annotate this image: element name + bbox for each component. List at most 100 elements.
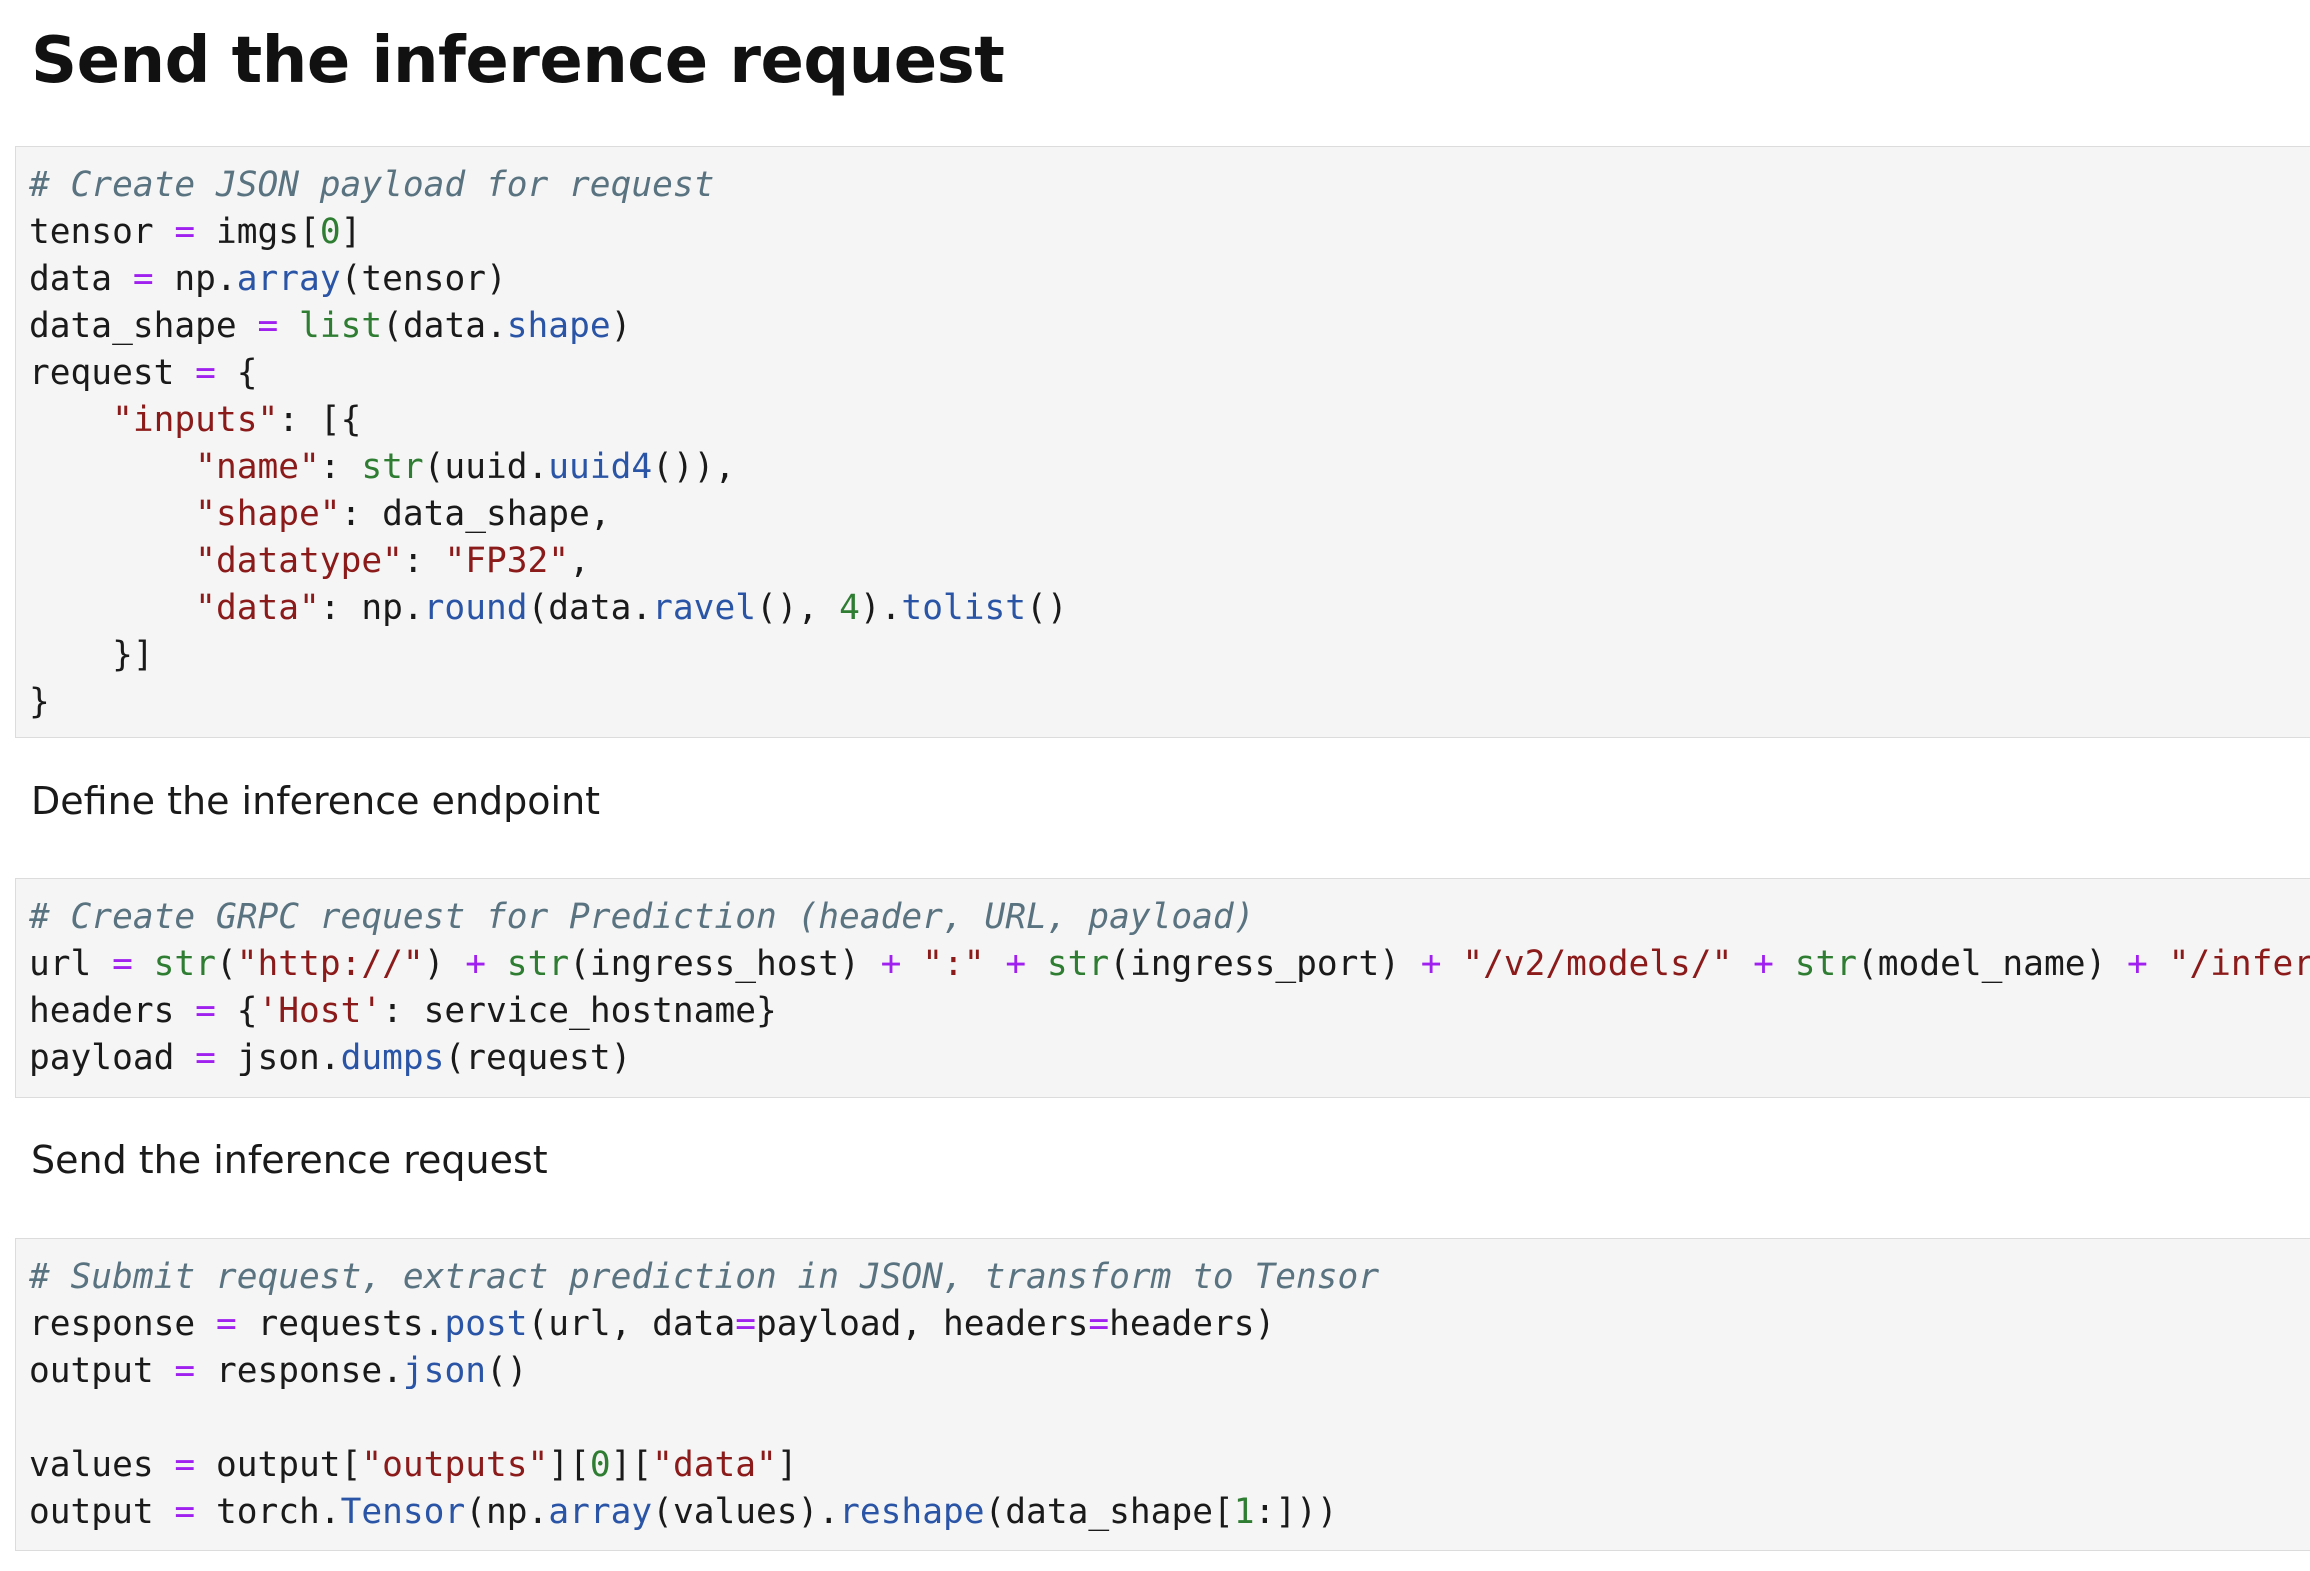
- code-operator: =: [195, 991, 216, 1031]
- code-line: # Create JSON payload for request: [29, 162, 2310, 209]
- code-text: ()),: [652, 447, 736, 487]
- code-function: post: [444, 1304, 528, 1344]
- code-operator: =: [195, 1038, 216, 1078]
- code-function: ravel: [652, 588, 756, 628]
- code-string: "outputs": [361, 1445, 549, 1485]
- code-text: (data.: [527, 588, 653, 628]
- code-string: "name": [195, 447, 320, 487]
- code-function: uuid4: [548, 447, 653, 487]
- code-text: {: [215, 991, 258, 1031]
- code-string: "data": [652, 1445, 777, 1485]
- code-builtin: str: [153, 944, 216, 984]
- code-line: "datatype": "FP32",: [29, 538, 2310, 585]
- code-line: data_shape = list(data.shape): [29, 303, 2310, 350]
- code-line: "inputs": [{: [29, 397, 2310, 444]
- code-cell-grpc-request[interactable]: # Create GRPC request for Prediction (he…: [15, 878, 2310, 1098]
- code-string: "datatype": [195, 541, 403, 581]
- code-text: :])): [1254, 1492, 1338, 1532]
- code-cell-submit-request[interactable]: # Submit request, extract prediction in …: [15, 1238, 2310, 1551]
- code-text: }: [29, 682, 50, 722]
- code-text: : [{: [278, 400, 362, 440]
- code-operator: =: [174, 212, 196, 252]
- code-string: 'Host': [257, 991, 383, 1031]
- code-line: request = {: [29, 350, 2310, 397]
- code-builtin: str: [1046, 944, 1110, 984]
- code-function: dumps: [340, 1038, 445, 1078]
- code-operator: =: [215, 1304, 237, 1344]
- code-line: url = str("http://") + str(ingress_host)…: [29, 941, 2310, 988]
- code-text: output: [29, 1351, 175, 1391]
- code-string: "/v2/models/": [1462, 944, 1733, 984]
- code-number: 0: [319, 212, 341, 252]
- code-operator: +: [1420, 944, 1442, 984]
- markdown-text-define-endpoint: Define the inference endpoint: [31, 779, 601, 823]
- code-line: values = output["outputs"][0]["data"]: [29, 1442, 2310, 1489]
- code-text: : data_shape,: [340, 494, 611, 534]
- code-text: (request): [444, 1038, 632, 1078]
- code-operator: +: [1753, 944, 1774, 984]
- code-line: payload = json.dumps(request): [29, 1035, 2310, 1082]
- markdown-text-send-request: Send the inference request: [31, 1138, 548, 1182]
- code-cell-create-payload[interactable]: # Create JSON payload for request tensor …: [15, 146, 2310, 738]
- code-text: payload: [29, 1038, 196, 1078]
- code-number: 1: [1233, 1492, 1255, 1532]
- code-function: Tensor: [340, 1492, 466, 1532]
- code-builtin: str: [506, 944, 570, 984]
- code-text: headers): [1109, 1304, 1276, 1344]
- code-builtin: str: [361, 447, 424, 487]
- code-text: (url, data: [527, 1304, 736, 1344]
- code-string: "data": [195, 588, 320, 628]
- code-text: response: [29, 1304, 216, 1344]
- code-line: output = torch.Tensor(np.array(values).r…: [29, 1489, 2310, 1536]
- code-line: tensor = imgs[0]: [29, 209, 2310, 256]
- code-text: ,: [569, 541, 590, 581]
- code-operator: =: [1088, 1304, 1110, 1344]
- code-text: (ingress_port): [1109, 944, 1421, 984]
- code-operator: =: [257, 306, 279, 346]
- code-line: }]: [29, 632, 2310, 679]
- code-comment: # Create JSON payload for request: [29, 165, 715, 205]
- code-line: "shape": data_shape,: [29, 491, 2310, 538]
- code-text: ): [610, 306, 632, 346]
- code-block: # Create JSON payload for request tensor …: [16, 147, 2310, 726]
- code-function: reshape: [839, 1492, 985, 1532]
- code-function: tolist: [901, 588, 1027, 628]
- code-operator: =: [735, 1304, 757, 1344]
- code-text: (tensor): [340, 259, 507, 299]
- code-string: "/infer": [2168, 944, 2310, 984]
- code-text: output: [29, 1492, 175, 1532]
- code-text: json.: [215, 1038, 341, 1078]
- code-number: 0: [589, 1445, 611, 1485]
- code-line: # Create GRPC request for Prediction (he…: [29, 894, 2310, 941]
- code-text: (),: [756, 588, 840, 628]
- code-text: ][: [548, 1445, 590, 1485]
- code-text: tensor: [29, 212, 175, 252]
- code-line: data = np.array(tensor): [29, 256, 2310, 303]
- code-block: # Submit request, extract prediction in …: [16, 1239, 2310, 1536]
- code-operator: =: [174, 1351, 196, 1391]
- code-string: "FP32": [444, 541, 570, 581]
- code-function: array: [548, 1492, 653, 1532]
- code-text: data_shape: [29, 306, 258, 346]
- code-line: "name": str(uuid.uuid4()),: [29, 444, 2310, 491]
- code-block: # Create GRPC request for Prediction (he…: [16, 879, 2310, 1082]
- page-title: Send the inference request: [31, 24, 1005, 98]
- code-text: ]: [776, 1445, 798, 1485]
- code-text: :: [402, 541, 445, 581]
- code-text: (np.: [465, 1492, 549, 1532]
- code-text: imgs[: [195, 212, 320, 252]
- code-number: 4: [839, 588, 860, 628]
- code-text: (uuid.: [423, 447, 549, 487]
- code-operator: +: [465, 944, 487, 984]
- code-line: [29, 1395, 2310, 1442]
